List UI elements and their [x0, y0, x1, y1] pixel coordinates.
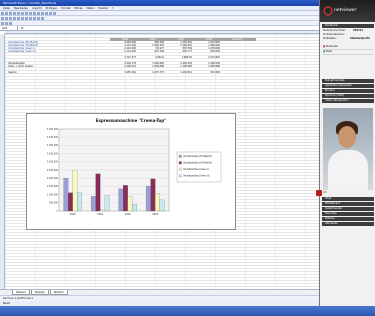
section-participants[interactable]: Teilnehmerliste — [322, 79, 374, 83]
section-app-selection[interactable]: Applikationsauswahl — [322, 84, 374, 88]
bar — [104, 195, 110, 212]
row-label: Verw. + Vertr. Kosten — [8, 65, 34, 68]
bar — [118, 188, 124, 212]
bar — [159, 199, 165, 212]
table-cell[interactable]: 2.269.980 — [198, 65, 220, 68]
y-tick-label: 4.500.000 — [47, 136, 59, 139]
table-cell[interactable]: 7.727.477 — [114, 56, 136, 59]
bar — [77, 192, 83, 212]
connection-section-header[interactable]: Konferenz — [322, 24, 374, 28]
bar — [150, 178, 156, 212]
y-tick-label: 1.000.000 — [47, 193, 59, 196]
section-favorites[interactable]: Favoriten — [322, 212, 374, 216]
person-body — [328, 150, 368, 190]
windows-taskbar — [0, 306, 375, 316]
legend-label: Umsatzerlöse (Asien II) — [183, 175, 210, 178]
table-cell[interactable]: 937.106 — [142, 50, 165, 53]
table-cell[interactable]: 1.987.261 — [114, 71, 136, 74]
section-chat[interactable]: Chat — [322, 197, 374, 201]
table-cell[interactable]: 1.442.811 — [170, 71, 192, 74]
x-tick-label: 2001 — [97, 213, 104, 216]
legend-label: Umsatzerlöse (Asien I) — [183, 168, 209, 171]
x-tick-label: 2000 — [70, 213, 77, 216]
y-tick-label: 2.000.000 — [47, 177, 59, 180]
row-label: Umsatzerlöse (Asien II) — [8, 50, 36, 53]
brand-name: netviewer — [334, 8, 357, 13]
table-cell[interactable]: 420.777 — [170, 50, 193, 53]
table-cell[interactable]: 5.213.820 — [198, 56, 220, 59]
chart-canvas: 5.000.000 4.500.000 4.000.000 3.500.000 3.00… — [47, 128, 222, 216]
y-tick-label: 3.500.000 — [47, 152, 59, 155]
section-notes[interactable]: Notizen — [322, 217, 374, 221]
y-tick-label: 4.000.000 — [47, 144, 59, 147]
bar — [132, 203, 138, 212]
person-face — [338, 126, 356, 148]
table-cell[interactable]: 1.964.689 — [142, 65, 164, 68]
brand-header: netviewer — [320, 0, 375, 22]
section-file-transfer[interactable]: Dateitransfer — [322, 207, 374, 211]
row-label: Gewinn — [8, 71, 17, 74]
table-cell[interactable]: 1.121.463 — [114, 50, 136, 53]
x-tick-label: 2003 — [152, 213, 159, 216]
table-cell[interactable]: 683.000 — [198, 50, 221, 53]
table-cell[interactable]: 2.198.983 — [170, 65, 192, 68]
y-tick-label: 500.000 — [49, 202, 59, 205]
y-tick-label: 5.000.000 — [47, 128, 59, 131]
section-whiteboard[interactable]: Whiteboard — [322, 202, 374, 206]
bar — [155, 193, 160, 212]
bar — [95, 173, 101, 212]
bar — [63, 178, 69, 212]
participant-row[interactable]: ■ Peter — [323, 50, 373, 55]
y-tick-label: 0 — [57, 210, 59, 213]
legend-label: Umsatzerlöse (EU-Markt) — [183, 155, 212, 158]
table-cell[interactable]: 4.063.0 — [142, 56, 164, 59]
netviewer-logo-icon — [323, 6, 333, 16]
conf-id-value: 435721 — [353, 29, 363, 32]
profile-label: Profildaten: — [323, 37, 337, 40]
table-cell[interactable]: 3.896.55 — [170, 56, 192, 59]
bar — [100, 209, 105, 212]
panel-toggle-button[interactable] — [316, 190, 322, 196]
table-cell[interactable]: 2.190.441 — [114, 65, 136, 68]
legend-swatch — [178, 154, 182, 158]
section-voip[interactable]: Sprache (VoIP) — [322, 94, 374, 98]
legend-swatch — [178, 161, 182, 165]
y-tick-label: 3.000.000 — [47, 161, 59, 164]
chart-object[interactable]: Espressomaschine "Crema-Top" 5.000.000 4.… — [26, 113, 236, 230]
video-caption: Ich — [323, 191, 327, 194]
bar — [68, 192, 73, 212]
table-cell[interactable]: 1.073.737 — [142, 71, 164, 74]
bar — [72, 170, 78, 212]
data-table: Umsatzerlöse (EU-Markt) 2.000.000 890.490 1… — [0, 0, 319, 110]
section-logout[interactable]: Abmelden — [322, 222, 374, 226]
x-tick-label: 2002 — [125, 213, 132, 216]
y-tick-label: 1.500.000 — [47, 185, 59, 188]
netviewer-panel: netviewer Konferenz Konferenznummer: 435… — [319, 0, 375, 306]
bar — [127, 196, 133, 212]
bar — [145, 185, 151, 212]
legend-label: Umsatzerlöse (US-Markt) — [183, 162, 212, 165]
legend-swatch — [178, 167, 182, 171]
bar — [90, 196, 96, 212]
video-feed — [323, 108, 373, 190]
section-monitor[interactable]: Monitor — [322, 89, 374, 93]
profile-value: Standardprofil — [350, 37, 370, 40]
bar — [123, 185, 128, 212]
table-cell[interactable]: 813.820 — [198, 71, 221, 74]
y-tick-label: 2.500.000 — [47, 169, 59, 172]
legend-swatch — [178, 174, 182, 178]
section-video[interactable]: Video (Moderator) — [322, 99, 374, 103]
